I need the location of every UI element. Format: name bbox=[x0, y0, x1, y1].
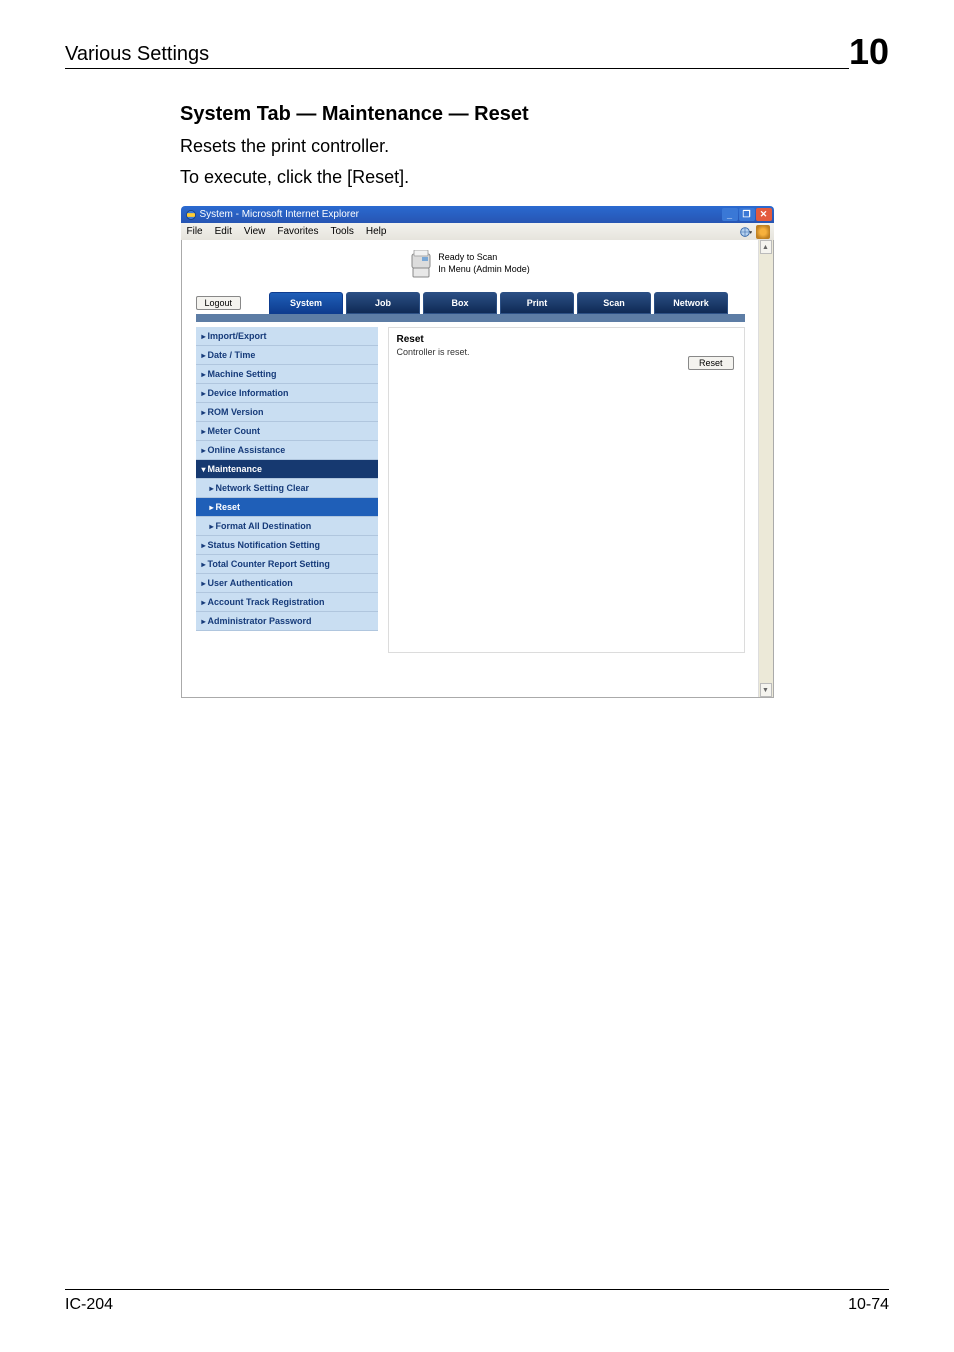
sidebar-item-total_counter[interactable]: Total Counter Report Setting bbox=[196, 555, 378, 574]
menu-tools[interactable]: Tools bbox=[328, 225, 355, 238]
main-panel: Reset Controller is reset. Reset bbox=[388, 327, 745, 653]
sidebar-item-status_notif[interactable]: Status Notification Setting bbox=[196, 536, 378, 555]
window-titlebar: System - Microsoft Internet Explorer _ ❐… bbox=[181, 206, 774, 223]
scrollbar-down[interactable]: ▼ bbox=[760, 683, 772, 697]
reset-button[interactable]: Reset bbox=[688, 356, 734, 370]
sidebar-item-user_auth[interactable]: User Authentication bbox=[196, 574, 378, 593]
status-row: Ready to Scan In Menu (Admin Mode) bbox=[182, 242, 759, 292]
menu-view[interactable]: View bbox=[242, 225, 268, 238]
sidebar-item-meter_count[interactable]: Meter Count bbox=[196, 422, 378, 441]
tab-job[interactable]: Job bbox=[346, 292, 420, 314]
sidebar-item-machine_setting[interactable]: Machine Setting bbox=[196, 365, 378, 384]
window-title: System - Microsoft Internet Explorer bbox=[200, 209, 360, 220]
tab-row: Logout System Job Box Print Scan Network bbox=[182, 292, 759, 314]
body-line-2: To execute, click the [Reset]. bbox=[180, 167, 889, 188]
sidebar-item-import_export[interactable]: Import/Export bbox=[196, 327, 378, 346]
logout-button[interactable]: Logout bbox=[196, 296, 242, 310]
chapter-number: 10 bbox=[849, 30, 889, 66]
window-maximize-button[interactable]: ❐ bbox=[739, 208, 755, 221]
tab-system[interactable]: System bbox=[269, 292, 343, 314]
scrollbar-up[interactable]: ▲ bbox=[760, 240, 772, 254]
footer-right: 10-74 bbox=[848, 1296, 889, 1314]
tab-box[interactable]: Box bbox=[423, 292, 497, 314]
menu-help[interactable]: Help bbox=[364, 225, 389, 238]
menu-file[interactable]: File bbox=[185, 225, 205, 238]
body-line-1: Resets the print controller. bbox=[180, 136, 889, 157]
sidebar-item-device_info[interactable]: Device Information bbox=[196, 384, 378, 403]
sidebar-item-maintenance[interactable]: Maintenance bbox=[196, 460, 378, 479]
windows-flag-icon[interactable] bbox=[756, 225, 770, 239]
scrollbar[interactable]: ▲ ▼ bbox=[758, 240, 773, 697]
sidebar-item-rom_version[interactable]: ROM Version bbox=[196, 403, 378, 422]
tab-print[interactable]: Print bbox=[500, 292, 574, 314]
menu-fav[interactable]: Favorites bbox=[275, 225, 320, 238]
window-client: ▲ ▼ Ready to Scan In Men bbox=[181, 240, 774, 698]
sidebar: Import/ExportDate / TimeMachine SettingD… bbox=[196, 327, 378, 653]
links-icon[interactable]: ▾ bbox=[738, 225, 752, 239]
window-minimize-button[interactable]: _ bbox=[722, 208, 738, 221]
sidebar-item-admin_pw[interactable]: Administrator Password bbox=[196, 612, 378, 631]
panel-title: Reset bbox=[397, 334, 736, 345]
printer-icon bbox=[410, 250, 432, 278]
sidebar-item-date_time[interactable]: Date / Time bbox=[196, 346, 378, 365]
sidebar-item-net_set_clear[interactable]: Network Setting Clear bbox=[196, 479, 378, 498]
window-close-button[interactable]: ✕ bbox=[756, 208, 772, 221]
sidebar-item-reset[interactable]: Reset bbox=[196, 498, 378, 517]
sidebar-item-acct_track_reg[interactable]: Account Track Registration bbox=[196, 593, 378, 612]
tab-network[interactable]: Network bbox=[654, 292, 728, 314]
header-title: Various Settings bbox=[65, 43, 209, 66]
svg-text:▾: ▾ bbox=[749, 229, 752, 235]
tab-scan[interactable]: Scan bbox=[577, 292, 651, 314]
sidebar-item-online_assist[interactable]: Online Assistance bbox=[196, 441, 378, 460]
screenshot: System - Microsoft Internet Explorer _ ❐… bbox=[181, 206, 774, 698]
section-heading: System Tab — Maintenance — Reset bbox=[180, 103, 889, 126]
footer-left: IC-204 bbox=[65, 1296, 113, 1314]
ie-icon bbox=[185, 209, 197, 221]
status-line-2: In Menu (Admin Mode) bbox=[438, 264, 530, 276]
status-line-1: Ready to Scan bbox=[438, 252, 530, 264]
window-menubar: File Edit View Favorites Tools Help ▾ bbox=[181, 223, 774, 240]
menu-edit[interactable]: Edit bbox=[213, 225, 234, 238]
sidebar-item-format_all_dest[interactable]: Format All Destination bbox=[196, 517, 378, 536]
panel-text: Controller is reset. bbox=[397, 347, 736, 357]
